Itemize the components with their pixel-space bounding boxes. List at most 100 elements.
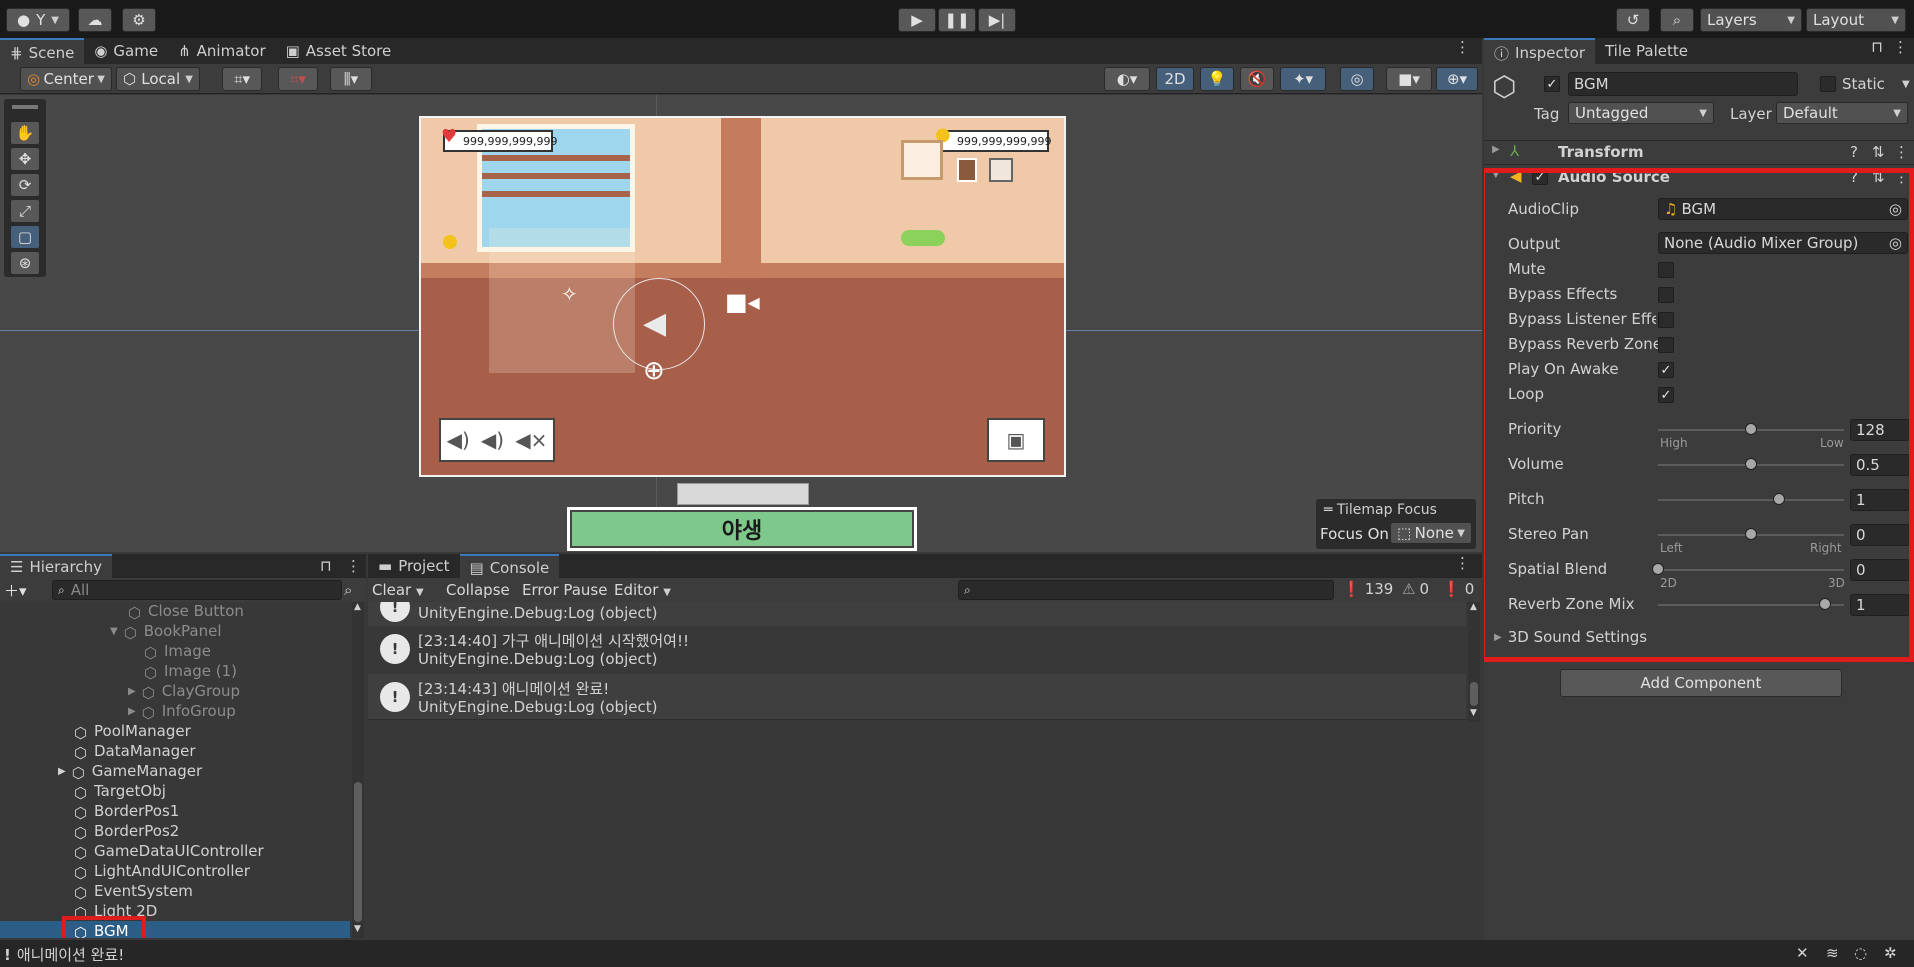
snap-increment-button[interactable]: ⌗▾ [278, 67, 318, 91]
rotate-tool[interactable]: ⟳ [10, 173, 40, 197]
tab-project[interactable]: ▬ Project [368, 554, 460, 578]
collapse-button[interactable]: Collapse [446, 581, 510, 599]
pause-button[interactable]: ❚❚ [938, 8, 976, 32]
gizmos-button[interactable]: ⊕▾ [1436, 67, 1478, 91]
create-button[interactable]: ＋▾ [4, 580, 36, 600]
pivot-dropdown[interactable]: ◎ Center ▼ [20, 67, 112, 91]
draw-mode-button[interactable]: ◐▾ [1104, 67, 1150, 91]
more-icon[interactable]: ⋮ [1455, 38, 1482, 64]
log-count-toggle[interactable]: ❗ 139 [1342, 580, 1393, 598]
selected-row[interactable] [0, 921, 350, 938]
scroll-thumb[interactable] [354, 782, 362, 922]
cloud-button[interactable]: ☁ [78, 8, 112, 32]
hierarchy-search-input[interactable]: ⌕ All [52, 580, 342, 600]
list-item[interactable]: ⬡ EventSystem [74, 882, 193, 902]
search-button[interactable]: ⌕ [1660, 8, 1694, 32]
tab-animator[interactable]: ⋔ Animator [168, 38, 276, 64]
console-row[interactable]: ! [23:14:43] 애니메이션 완료! UnityEngine.Debug… [368, 674, 1466, 720]
more-icon[interactable]: ⋮ [1455, 554, 1482, 578]
tab-console[interactable]: ▤ Console [459, 554, 560, 580]
network-icon[interactable]: ◌ [1854, 944, 1867, 962]
help-icon[interactable]: ? [1850, 143, 1858, 161]
layer-dropdown[interactable]: Default ▼ [1776, 102, 1908, 124]
list-item[interactable]: ⬡ PoolManager [74, 722, 191, 742]
warning-count-toggle[interactable]: ⚠ 0 [1402, 580, 1429, 598]
object-name-field[interactable]: BGM [1568, 72, 1798, 96]
list-item[interactable]: ⬡ Image (1) [144, 662, 237, 682]
lock-icon[interactable]: ⊓ [1871, 38, 1893, 64]
space-dropdown[interactable]: ⬡ Local ▼ [116, 67, 200, 91]
tag-dropdown[interactable]: Untagged ▼ [1568, 102, 1714, 124]
palette-handle[interactable] [12, 105, 38, 109]
list-item[interactable]: ▶ ⬡ InfoGroup [128, 702, 236, 722]
move-tool[interactable]: ✥ [10, 147, 40, 171]
list-item[interactable]: ⬡ BorderPos2 [74, 822, 179, 842]
console-row[interactable]: ! [23:14:40] 가구 애니메이션 시작했어여!! UnityEngin… [368, 626, 1466, 672]
audio-button[interactable]: 🔇 [1240, 67, 1274, 91]
list-item[interactable]: ▶ ⬡ GameManager [58, 762, 202, 782]
list-item[interactable]: ▶ ⬡ ClayGroup [128, 682, 240, 702]
hierarchy-scrollbar[interactable]: ▲ ▼ [352, 602, 364, 938]
collab-button[interactable]: ⚙ [122, 8, 156, 32]
camera-button[interactable]: ■▾ [1386, 67, 1432, 91]
tab-game[interactable]: ◉ Game [84, 38, 168, 64]
tab-asset-store[interactable]: ▣ Asset Store [276, 38, 402, 64]
active-checkbox[interactable]: ✓ [1544, 76, 1560, 92]
add-component-button[interactable]: Add Component [1560, 669, 1842, 697]
tab-inspector[interactable]: ⓘ Inspector [1484, 38, 1595, 66]
account-dropdown[interactable]: ● Y ▼ [6, 8, 70, 32]
effects-button[interactable]: ✦▾ [1280, 67, 1326, 91]
history-button[interactable]: ↺ [1616, 8, 1650, 32]
list-item[interactable]: ▼ ⬡ BookPanel [110, 622, 222, 642]
list-item[interactable]: ⬡ GameDataUIController [74, 842, 264, 862]
editor-dropdown[interactable]: Editor ▼ [614, 581, 671, 599]
more-icon[interactable]: ⋮ [346, 557, 361, 575]
rect-tool[interactable]: ▢ [10, 225, 40, 249]
game-frame[interactable]: ♥ 999,999,999,999 ● 999,999,999,999 ◀ ■◂… [419, 116, 1066, 477]
scale-tool[interactable]: ⤢ [10, 199, 40, 223]
expand-arrow-icon[interactable]: ▼ [110, 626, 118, 637]
expand-arrow-icon[interactable]: ▶ [58, 766, 66, 777]
wallet-button[interactable]: ▣ [987, 418, 1045, 462]
list-item[interactable]: ⬡ TargetObj [74, 782, 166, 802]
mute-status-icon[interactable]: ✕ [1796, 944, 1809, 962]
status-message[interactable]: ! 애니메이션 완료! [4, 944, 124, 965]
chevron-down-icon[interactable]: ▼ [1902, 79, 1910, 90]
transform-component-header[interactable]: ▶ ⅄ Transform ? ⇅ ⋮ [1484, 140, 1914, 164]
console-scrollbar[interactable]: ▲ ▼ [1468, 602, 1480, 722]
tab-tile-palette[interactable]: Tile Palette [1595, 38, 1698, 64]
focus-on-dropdown[interactable]: ⬚ None ▼ [1390, 522, 1472, 544]
error-pause-button[interactable]: Error Pause [522, 581, 607, 599]
wild-button[interactable]: 야생 [567, 507, 917, 551]
scroll-down-icon[interactable]: ▼ [354, 924, 361, 934]
preset-icon[interactable]: ⇅ [1872, 143, 1885, 161]
more-icon[interactable]: ⋮ [1893, 38, 1914, 64]
tab-scene[interactable]: ⋕ Scene [0, 38, 85, 66]
scene-filter-icon[interactable]: ⌕ [344, 581, 352, 599]
step-button[interactable]: ▶| [978, 8, 1016, 32]
clear-button[interactable]: Clear ▼ [372, 581, 424, 599]
list-item[interactable]: ⬡ LightAndUIController [74, 862, 250, 882]
grid-snap-button[interactable]: ⌗▾ [222, 67, 262, 91]
scroll-thumb[interactable] [1470, 682, 1478, 706]
scene-viewport[interactable]: ✋ ✥ ⟳ ⤢ ▢ ⊛ ♥ 999,999,999,999 ● 999,999,… [0, 95, 1482, 552]
scroll-down-icon[interactable]: ▼ [1470, 708, 1477, 718]
expand-arrow-icon[interactable]: ▶ [128, 686, 136, 697]
lighting-button[interactable]: 💡 [1200, 67, 1234, 91]
align-button[interactable]: ⫼▾ [330, 67, 372, 91]
sound-buttons-panel[interactable]: ◀) ◀) ◀× [439, 418, 555, 462]
layers-dropdown[interactable]: Layers ▼ [1700, 8, 1802, 32]
console-row[interactable]: ! UnityEngine.Debug:Log (object) [368, 602, 1466, 626]
error-count-toggle[interactable]: ❗ 0 [1442, 580, 1474, 598]
tab-hierarchy[interactable]: ☰ Hierarchy [0, 554, 112, 578]
play-button[interactable]: ▶ [898, 8, 936, 32]
visibility-button[interactable]: ◎ [1340, 67, 1374, 91]
database-icon[interactable]: ≋ [1826, 944, 1839, 962]
transform-tool[interactable]: ⊛ [10, 251, 40, 275]
more-icon[interactable]: ⋮ [1894, 143, 1909, 161]
list-item[interactable]: ⬡ DataManager [74, 742, 196, 762]
list-item[interactable]: ⬡ Image [144, 642, 211, 662]
mode-2d-button[interactable]: 2D [1156, 67, 1194, 91]
expand-arrow-icon[interactable]: ▶ [128, 706, 136, 717]
list-item[interactable]: ⬡ BorderPos1 [74, 802, 179, 822]
